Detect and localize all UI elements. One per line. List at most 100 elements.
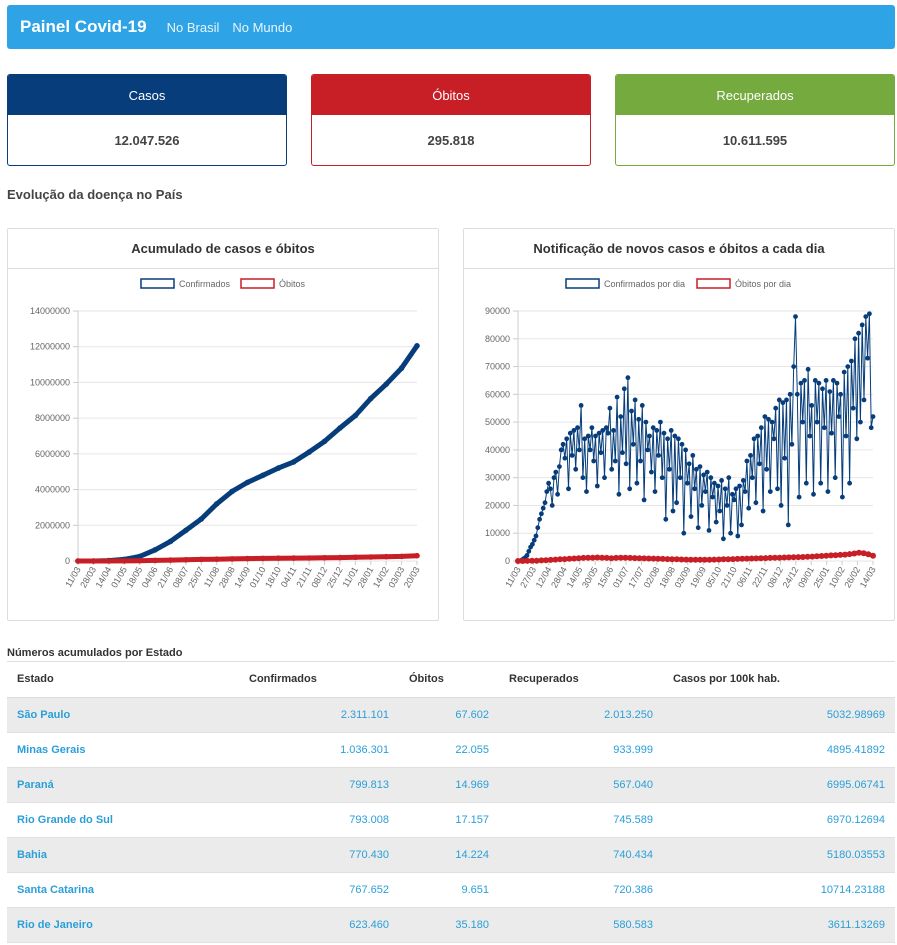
data-point[interactable] [603,425,609,431]
data-point[interactable] [805,366,811,372]
data-point[interactable] [636,416,642,422]
data-point[interactable] [337,425,343,431]
data-point[interactable] [787,391,793,397]
data-point[interactable] [398,365,405,371]
data-point[interactable] [861,397,867,403]
data-point[interactable] [589,425,595,431]
data-point[interactable] [260,555,266,562]
data-point[interactable] [654,428,660,433]
data-point[interactable] [585,433,591,439]
data-point[interactable] [699,503,705,508]
data-point[interactable] [706,528,712,533]
state-link[interactable]: Rio de Janeiro [7,907,239,943]
data-point[interactable] [578,403,584,408]
data-point[interactable] [841,369,847,375]
data-point[interactable] [275,465,282,471]
data-point[interactable] [849,358,854,364]
data-point[interactable] [537,516,542,522]
state-link[interactable]: Bahia [7,837,239,873]
data-point[interactable] [688,514,694,519]
data-point[interactable] [564,436,570,442]
data-point[interactable] [749,475,755,481]
data-point[interactable] [859,322,865,328]
data-point[interactable] [865,355,870,361]
data-point[interactable] [728,530,733,536]
data-point[interactable] [719,478,724,483]
data-point[interactable] [784,397,789,403]
data-point[interactable] [803,480,809,486]
data-point[interactable] [667,466,672,472]
data-point[interactable] [183,527,189,534]
data-point[interactable] [576,447,582,453]
data-point[interactable] [638,458,643,464]
data-point[interactable] [398,553,405,560]
data-point[interactable] [275,555,282,561]
data-point[interactable] [530,541,535,547]
table-row[interactable]: Paraná 799.813 14.969 567.040 6995.06741 [7,767,895,803]
data-point[interactable] [639,403,645,408]
nav-link-brasil[interactable]: No Brasil [167,20,220,35]
data-point[interactable] [838,391,843,397]
data-point[interactable] [183,557,189,563]
data-point[interactable] [758,425,764,431]
data-point[interactable] [121,558,127,564]
legend-swatch[interactable] [696,278,731,289]
data-point[interactable] [796,494,802,500]
data-point[interactable] [526,548,532,554]
data-point[interactable] [213,556,220,562]
data-point[interactable] [244,479,251,486]
header-casos-100k[interactable]: Casos por 100k hab. [663,662,895,698]
data-point[interactable] [843,433,849,439]
data-point[interactable] [414,343,420,349]
state-link[interactable]: São Paulo [7,697,239,733]
data-point[interactable] [868,425,874,431]
table-row[interactable]: Rio de Janeiro 623.460 35.180 580.583 3611.1… [7,907,895,943]
data-point[interactable] [676,436,681,442]
data-point[interactable] [594,483,600,489]
data-point[interactable] [692,486,697,492]
data-point[interactable] [569,453,575,458]
data-point[interactable] [811,491,816,497]
data-point[interactable] [697,464,703,469]
data-point[interactable] [832,475,838,481]
data-point[interactable] [616,491,622,497]
table-row[interactable]: Rio Grande do Sul 793.008 17.157 745.589 697… [7,802,895,838]
legend-swatch[interactable] [240,278,275,289]
data-point[interactable] [836,414,842,419]
table-row[interactable]: Bahia 770.430 14.224 740.434 5180.03553 [7,837,895,873]
data-point[interactable] [620,450,625,456]
data-point[interactable] [643,419,649,425]
data-point[interactable] [771,436,777,442]
data-point[interactable] [757,461,762,467]
data-point[interactable] [823,378,829,383]
data-point[interactable] [686,461,692,467]
data-point[interactable] [306,555,312,561]
data-point[interactable] [661,430,667,436]
data-point[interactable] [814,419,820,425]
data-point[interactable] [785,522,791,528]
data-point[interactable] [198,556,205,563]
data-point[interactable] [695,525,701,531]
data-point[interactable] [767,489,773,494]
data-point[interactable] [730,491,735,497]
legend-label[interactable]: Óbitos por dia [735,279,791,289]
data-point[interactable] [769,419,775,425]
data-point[interactable] [793,314,798,319]
data-point[interactable] [708,475,714,481]
legend-label[interactable]: Confirmados [179,279,231,289]
data-point[interactable] [834,380,840,386]
data-point[interactable] [858,419,863,425]
table-row[interactable]: Santa Catarina 767.652 9.651 720.386 10714.2… [7,872,895,908]
data-point[interactable] [618,414,624,419]
data-point[interactable] [368,554,374,560]
header-obitos[interactable]: Óbitos [399,662,499,698]
data-point[interactable] [551,475,557,481]
data-point[interactable] [737,483,742,489]
nav-link-mundo[interactable]: No Mundo [232,20,292,35]
data-point[interactable] [609,466,615,472]
data-point[interactable] [623,461,629,467]
data-point[interactable] [634,480,640,486]
data-point[interactable] [321,438,328,445]
legend-swatch[interactable] [565,278,600,289]
data-point[interactable] [840,494,845,500]
